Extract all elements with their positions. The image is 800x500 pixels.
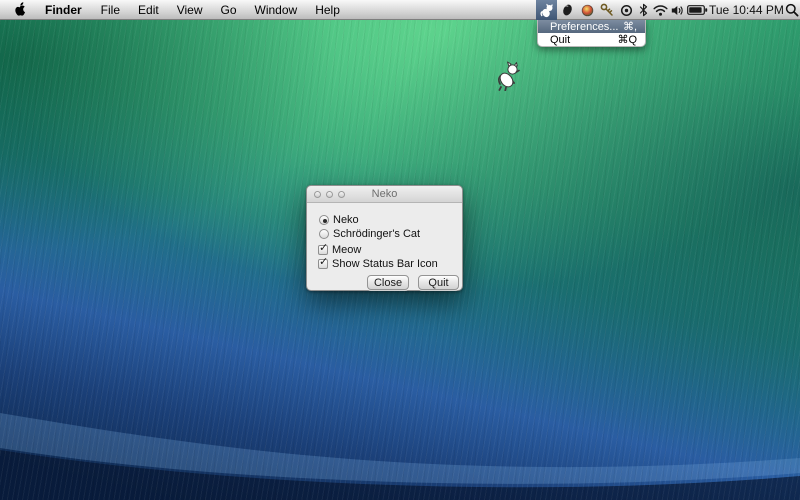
radio-label: Neko <box>333 214 359 226</box>
running-cat-icon <box>496 61 520 91</box>
menu-item-label: Preferences... <box>550 21 623 33</box>
checkbox-label: Meow <box>332 244 361 256</box>
menu-item-label: Quit <box>550 34 617 46</box>
checkbox-show-status-bar-icon[interactable]: ✓ Show Status Bar Icon <box>318 258 438 270</box>
bluetooth-icon <box>639 3 648 17</box>
menu-item-preferences[interactable]: Preferences... ⌘, <box>538 20 645 33</box>
menu-help[interactable]: Help <box>306 0 349 20</box>
volume-status-icon[interactable] <box>669 0 685 20</box>
radio-label: Schrödinger's Cat <box>333 228 420 240</box>
check-mark: ✓ <box>319 241 328 254</box>
apple-logo-icon <box>13 2 26 17</box>
record-target-icon <box>620 4 633 17</box>
zoom-window-button[interactable] <box>338 191 345 198</box>
close-window-button[interactable] <box>314 191 321 198</box>
record-status-icon[interactable] <box>617 0 636 20</box>
neko-status-icon[interactable] <box>536 0 557 20</box>
quit-button[interactable]: Quit <box>418 275 459 290</box>
apple-menu[interactable] <box>0 2 35 17</box>
radio-button[interactable] <box>319 229 329 239</box>
traffic-lights <box>314 191 345 198</box>
window-title: Neko <box>372 188 398 200</box>
battery-status-icon[interactable] <box>685 0 709 20</box>
radio-button-selected[interactable] <box>319 215 329 225</box>
wifi-status-icon[interactable] <box>651 0 669 20</box>
globe-status-icon[interactable] <box>577 0 597 20</box>
menu-view[interactable]: View <box>168 0 212 20</box>
neko-status-menu: Preferences... ⌘, Quit ⌘Q <box>537 20 646 47</box>
neko-cat-sprite <box>496 61 520 96</box>
menu-item-shortcut: ⌘Q <box>617 33 637 46</box>
spotlight-status-icon[interactable] <box>781 0 800 20</box>
menu-window[interactable]: Window <box>246 0 307 20</box>
menu-bar: Finder File Edit View Go Window Help <box>0 0 800 20</box>
mouse-status-icon[interactable] <box>557 0 577 20</box>
key-icon <box>600 3 614 17</box>
menu-edit[interactable]: Edit <box>129 0 168 20</box>
check-mark: ✓ <box>319 255 328 268</box>
radio-neko[interactable]: Neko <box>319 214 359 226</box>
menu-file[interactable]: File <box>92 0 129 20</box>
menu-item-shortcut: ⌘, <box>623 20 637 33</box>
volume-icon <box>671 4 684 17</box>
key-status-icon[interactable] <box>597 0 617 20</box>
wifi-icon <box>653 4 668 16</box>
spotlight-search-icon <box>785 3 799 17</box>
window-title-bar[interactable]: Neko <box>307 186 462 203</box>
menu-go[interactable]: Go <box>212 0 246 20</box>
checkbox-checked[interactable]: ✓ <box>318 245 328 255</box>
mouse-icon <box>561 3 574 17</box>
menu-extras: Tue 10:44 PM <box>536 0 800 20</box>
radio-schroedingers-cat[interactable]: Schrödinger's Cat <box>319 228 420 240</box>
cat-icon <box>539 3 554 18</box>
close-button[interactable]: Close <box>367 275 409 290</box>
battery-charging-icon <box>687 4 708 16</box>
globe-icon <box>581 4 594 17</box>
menu-bar-clock[interactable]: Tue 10:44 PM <box>709 3 781 17</box>
bluetooth-status-icon[interactable] <box>636 0 651 20</box>
minimize-window-button[interactable] <box>326 191 333 198</box>
menu-finder[interactable]: Finder <box>35 0 92 20</box>
checkbox-label: Show Status Bar Icon <box>332 258 438 270</box>
checkbox-checked[interactable]: ✓ <box>318 259 328 269</box>
neko-window: Neko Neko Schrödinger's Cat ✓ Meow ✓ Sho… <box>306 185 463 291</box>
menu-item-quit[interactable]: Quit ⌘Q <box>538 33 645 46</box>
